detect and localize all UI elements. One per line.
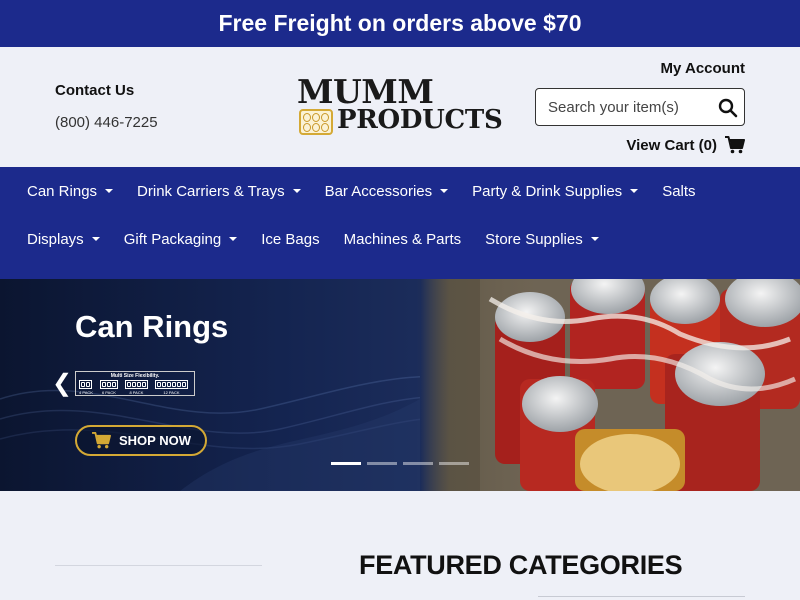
nav-row-2: Displays Gift Packaging Ice Bags Machine… [27,227,623,251]
caret-down-icon [229,237,238,241]
pack-size-8: 8 PACK [124,380,148,395]
logo-line1: MUMM [297,72,434,111]
carousel-dot-1[interactable] [331,462,361,465]
shop-now-label: SHOP NOW [119,433,191,448]
caret-down-icon [292,189,301,193]
shop-now-button[interactable]: SHOP NOW [75,425,207,456]
can-ring-logo-icon [299,109,333,135]
sidebar-divider [55,565,262,566]
my-account-link[interactable]: My Account [661,60,745,77]
pack-size-6: 6 PACK [99,380,118,395]
logo-line2: PRODUCTS [337,105,503,135]
cart-icon [725,136,745,154]
contact-title: Contact Us [55,82,135,99]
contact-phone[interactable]: (800) 446-7225 [55,114,158,131]
pack-sizes-graphic: Multi Size Flexibility. 4 PACK 6 PACK 8 … [75,371,195,396]
hero-title: Can Rings [75,309,229,344]
cart-label: View Cart (0) [626,136,717,154]
caret-down-icon [105,189,114,193]
nav-row-1: Can Rings Drink Carriers & Trays Bar Acc… [27,179,720,203]
cans-photo [420,279,800,491]
carousel-indicators [331,462,469,465]
content-divider [538,596,745,597]
shopping-cart-icon [92,432,111,449]
nav-item-store-supplies[interactable]: Store Supplies [485,231,599,248]
carousel-dot-3[interactable] [403,462,433,465]
nav-item-ice-bags[interactable]: Ice Bags [261,231,319,248]
nav-item-salts[interactable]: Salts [662,183,695,200]
search-bar [535,88,745,126]
view-cart-link[interactable]: View Cart (0) [626,136,745,154]
promo-text: Free Freight on orders above $70 [218,10,582,36]
pack-size-list: 4 PACK 6 PACK 8 PACK 12 PACK [79,380,188,395]
nav-item-can-rings[interactable]: Can Rings [27,183,114,200]
caret-down-icon [440,189,449,193]
caret-down-icon [630,189,639,193]
search-icon[interactable] [718,98,738,118]
featured-section: FEATURED CATEGORIES [0,491,800,600]
nav-item-displays[interactable]: Displays [27,231,100,248]
carousel-dot-4[interactable] [439,462,469,465]
search-input[interactable] [536,89,711,125]
site-logo[interactable]: MUMM PRODUCTS [297,75,507,141]
caret-down-icon [590,237,599,241]
nav-item-party-drink-supplies[interactable]: Party & Drink Supplies [472,183,639,200]
hero-tagline: Multi Size Flexibility. [110,373,160,379]
pack-size-4: 4 PACK [79,380,93,395]
nav-item-drink-carriers-trays[interactable]: Drink Carriers & Trays [137,183,301,200]
nav-item-bar-accessories[interactable]: Bar Accessories [325,183,449,200]
carousel-dot-2[interactable] [367,462,397,465]
site-header: Contact Us (800) 446-7225 MUMM PRODUCTS … [0,47,800,167]
nav-item-gift-packaging[interactable]: Gift Packaging [124,231,238,248]
caret-down-icon [91,237,100,241]
nav-item-machines-parts[interactable]: Machines & Parts [344,231,462,248]
pack-size-12: 12 PACK [154,380,188,395]
featured-categories-title: FEATURED CATEGORIES [359,550,683,580]
promo-banner: Free Freight on orders above $70 [0,0,800,47]
carousel-prev-icon[interactable]: ❮ [52,372,72,396]
main-navigation: Can Rings Drink Carriers & Trays Bar Acc… [0,167,800,279]
hero-carousel: Can Rings Multi Size Flexibility. 4 PACK… [0,279,800,491]
